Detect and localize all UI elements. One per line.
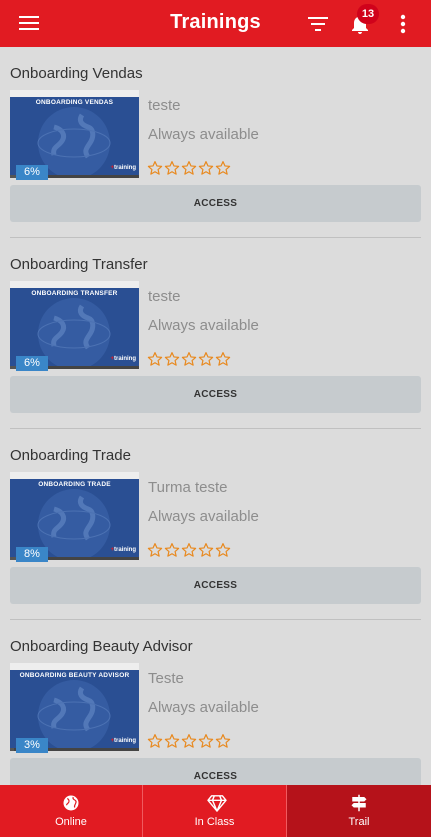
- tab-online[interactable]: Online: [0, 785, 143, 837]
- training-title[interactable]: Onboarding Vendas: [10, 65, 143, 82]
- training-card: Onboarding Trade ONBOARDING TRADE +trainin…: [0, 429, 431, 620]
- training-title[interactable]: Onboarding Beauty Advisor: [10, 638, 193, 655]
- rating-stars[interactable]: [147, 351, 232, 367]
- star-icon[interactable]: [198, 160, 214, 176]
- star-icon[interactable]: [215, 542, 231, 558]
- training-thumbnail[interactable]: ONBOARDING BEAUTY ADVISOR +training 3%: [10, 663, 139, 754]
- thumbnail-top-bar: [10, 90, 139, 97]
- training-thumbnail[interactable]: ONBOARDING TRADE +training 8%: [10, 472, 139, 563]
- thumbnail-top-bar: [10, 472, 139, 479]
- star-icon[interactable]: [181, 542, 197, 558]
- star-icon[interactable]: [181, 351, 197, 367]
- star-icon[interactable]: [147, 733, 163, 749]
- training-card: Onboarding Vendas ONBOARDING VENDAS +train…: [0, 47, 431, 238]
- tab-label: Online: [55, 816, 87, 828]
- star-icon[interactable]: [181, 160, 197, 176]
- star-icon[interactable]: [164, 160, 180, 176]
- diamond-icon: [206, 795, 227, 812]
- bottom-nav: Online In Class Trail: [0, 785, 431, 837]
- more-vert-icon[interactable]: [393, 12, 413, 36]
- access-button[interactable]: ACCESS: [10, 758, 421, 785]
- signpost-icon: [351, 794, 367, 812]
- thumbnail-image: ONBOARDING TRADE +training: [10, 479, 139, 557]
- star-icon[interactable]: [181, 733, 197, 749]
- rating-stars[interactable]: [147, 542, 232, 558]
- thumbnail-image: ONBOARDING TRANSFER +training: [10, 288, 139, 366]
- notification-badge: 13: [357, 4, 379, 24]
- availability-text: Always available: [148, 699, 259, 716]
- star-icon[interactable]: [215, 733, 231, 749]
- star-icon[interactable]: [147, 542, 163, 558]
- tab-label: In Class: [194, 816, 235, 828]
- progress-badge: 6%: [16, 165, 48, 180]
- availability-text: Always available: [148, 317, 259, 334]
- access-button[interactable]: ACCESS: [10, 185, 421, 222]
- access-button[interactable]: ACCESS: [10, 376, 421, 413]
- training-card: Onboarding Beauty Advisor ONBOARDING BEAU…: [0, 620, 431, 785]
- app-bar: Trainings 13: [0, 0, 431, 47]
- globe-icon: [63, 795, 79, 811]
- availability-text: Always available: [148, 126, 259, 143]
- star-icon[interactable]: [147, 351, 163, 367]
- thumbnail-top-bar: [10, 663, 139, 670]
- brand-logo: +training: [110, 738, 136, 744]
- training-list[interactable]: Onboarding Vendas ONBOARDING VENDAS +train…: [0, 47, 431, 785]
- training-title[interactable]: Onboarding Trade: [10, 447, 131, 464]
- access-button[interactable]: ACCESS: [10, 567, 421, 604]
- class-name: Turma teste: [148, 479, 228, 496]
- training-thumbnail[interactable]: ONBOARDING TRANSFER +training 6%: [10, 281, 139, 372]
- filter-icon[interactable]: [306, 13, 330, 35]
- progress-badge: 8%: [16, 547, 48, 562]
- rating-stars[interactable]: [147, 160, 232, 176]
- training-title[interactable]: Onboarding Transfer: [10, 256, 148, 273]
- tab-label: Trail: [348, 816, 370, 828]
- star-icon[interactable]: [198, 542, 214, 558]
- star-icon[interactable]: [198, 351, 214, 367]
- star-icon[interactable]: [215, 160, 231, 176]
- thumbnail-top-bar: [10, 281, 139, 288]
- brand-logo: +training: [110, 165, 136, 171]
- star-icon[interactable]: [164, 542, 180, 558]
- star-icon[interactable]: [164, 733, 180, 749]
- brand-logo: +training: [110, 356, 136, 362]
- availability-text: Always available: [148, 508, 259, 525]
- progress-badge: 6%: [16, 356, 48, 371]
- star-icon[interactable]: [164, 351, 180, 367]
- brand-logo: +training: [110, 547, 136, 553]
- class-name: Teste: [148, 670, 184, 687]
- progress-badge: 3%: [16, 738, 48, 753]
- training-card: Onboarding Transfer ONBOARDING TRANSFER +t…: [0, 238, 431, 429]
- thumbnail-image: ONBOARDING BEAUTY ADVISOR +training: [10, 670, 139, 748]
- star-icon[interactable]: [147, 160, 163, 176]
- tab-trail[interactable]: Trail: [287, 785, 431, 837]
- rating-stars[interactable]: [147, 733, 232, 749]
- tab-in-class[interactable]: In Class: [143, 785, 287, 837]
- progress-fill: [10, 748, 14, 751]
- thumbnail-image: ONBOARDING VENDAS +training: [10, 97, 139, 175]
- star-icon[interactable]: [198, 733, 214, 749]
- class-name: teste: [148, 97, 181, 114]
- training-thumbnail[interactable]: ONBOARDING VENDAS +training 6%: [10, 90, 139, 181]
- class-name: teste: [148, 288, 181, 305]
- star-icon[interactable]: [215, 351, 231, 367]
